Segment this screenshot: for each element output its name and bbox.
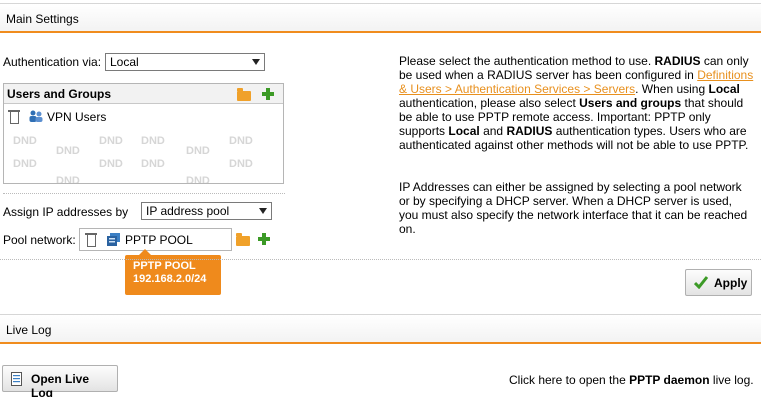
- live-log-hint: Click here to open the PPTP daemon live …: [509, 373, 754, 387]
- plus-icon[interactable]: [258, 233, 270, 245]
- chevron-down-icon: [259, 208, 267, 214]
- assign-ip-select-value: IP address pool: [146, 204, 230, 218]
- help-text-bold: Local: [708, 82, 740, 96]
- main-settings-header: Main Settings: [0, 3, 761, 33]
- pool-tooltip: PPTP POOL 192.168.2.0/24: [125, 249, 221, 295]
- folder-icon[interactable]: [237, 88, 251, 101]
- users-groups-box: Users and Groups VPN Users DND DND DND D…: [3, 83, 284, 184]
- pool-network-value: PPTP POOL: [125, 233, 193, 247]
- ip-help-text: IP Addresses can either be assigned by s…: [399, 180, 748, 236]
- network-icon: [107, 233, 120, 246]
- dnd-placeholder: DND: [13, 135, 37, 147]
- folder-icon[interactable]: [236, 233, 250, 246]
- apply-label: Apply: [714, 276, 748, 290]
- divider: [3, 193, 285, 194]
- dnd-placeholder: DND: [56, 145, 80, 157]
- help-text-segment: authentication, please also select: [399, 96, 576, 110]
- tooltip-network: 192.168.2.0/24: [133, 273, 207, 285]
- users-groups-title: Users and Groups: [7, 87, 112, 101]
- group-label: VPN Users: [47, 110, 107, 124]
- auth-label: Authentication via:: [3, 55, 102, 69]
- help-text-bold: Users and groups: [579, 96, 682, 110]
- hint-text-segment: live log.: [712, 373, 754, 387]
- dnd-placeholder: DND: [141, 158, 165, 170]
- list-item[interactable]: VPN Users: [4, 105, 283, 127]
- dnd-placeholder: DND: [186, 175, 210, 184]
- dnd-placeholder: DND: [99, 158, 123, 170]
- dnd-placeholder: DND: [186, 145, 210, 157]
- live-log-title: Live Log: [6, 323, 52, 337]
- dnd-placeholder: DND: [229, 158, 253, 170]
- open-live-log-label: Open Live Log: [31, 372, 90, 397]
- help-text-segment: . When using: [635, 82, 706, 96]
- dnd-placeholder: DND: [99, 135, 123, 147]
- help-text-bold: Local: [448, 124, 480, 138]
- hint-text-bold: PPTP daemon: [629, 373, 710, 387]
- help-text-bold: RADIUS: [506, 124, 553, 138]
- auth-help-text: Please select the authentication method …: [399, 54, 754, 152]
- dnd-placeholder: DND: [13, 158, 37, 170]
- users-groups-header: Users and Groups: [4, 84, 283, 104]
- help-text-segment: and: [483, 124, 504, 138]
- assign-ip-select[interactable]: IP address pool: [141, 202, 272, 220]
- tooltip-name: PPTP POOL: [133, 260, 196, 272]
- trash-icon[interactable]: [85, 233, 97, 247]
- live-log-header: Live Log: [0, 314, 761, 344]
- plus-icon[interactable]: [262, 88, 274, 100]
- pool-network-label: Pool network:: [3, 233, 76, 247]
- auth-select[interactable]: Local: [105, 53, 265, 71]
- open-live-log-button[interactable]: Open Live Log: [2, 365, 118, 397]
- divider: [0, 259, 761, 260]
- trash-icon[interactable]: [8, 110, 20, 124]
- help-text-segment: Please select the authentication method …: [399, 54, 652, 68]
- dnd-placeholder: DND: [229, 135, 253, 147]
- checkmark-icon: [694, 276, 708, 289]
- main-settings-title: Main Settings: [6, 12, 79, 26]
- dnd-placeholder: DND: [56, 175, 80, 184]
- chevron-down-icon: [252, 59, 260, 65]
- log-file-icon: [11, 372, 22, 386]
- hint-text-segment: Click here to open the: [509, 373, 626, 387]
- auth-select-value: Local: [110, 55, 139, 69]
- dnd-placeholder: DND: [141, 135, 165, 147]
- help-text-bold: RADIUS: [654, 54, 701, 68]
- apply-button[interactable]: Apply: [685, 269, 752, 296]
- assign-ip-label: Assign IP addresses by: [3, 205, 129, 219]
- group-icon: [29, 110, 43, 122]
- pool-network-field[interactable]: PPTP POOL: [79, 228, 232, 251]
